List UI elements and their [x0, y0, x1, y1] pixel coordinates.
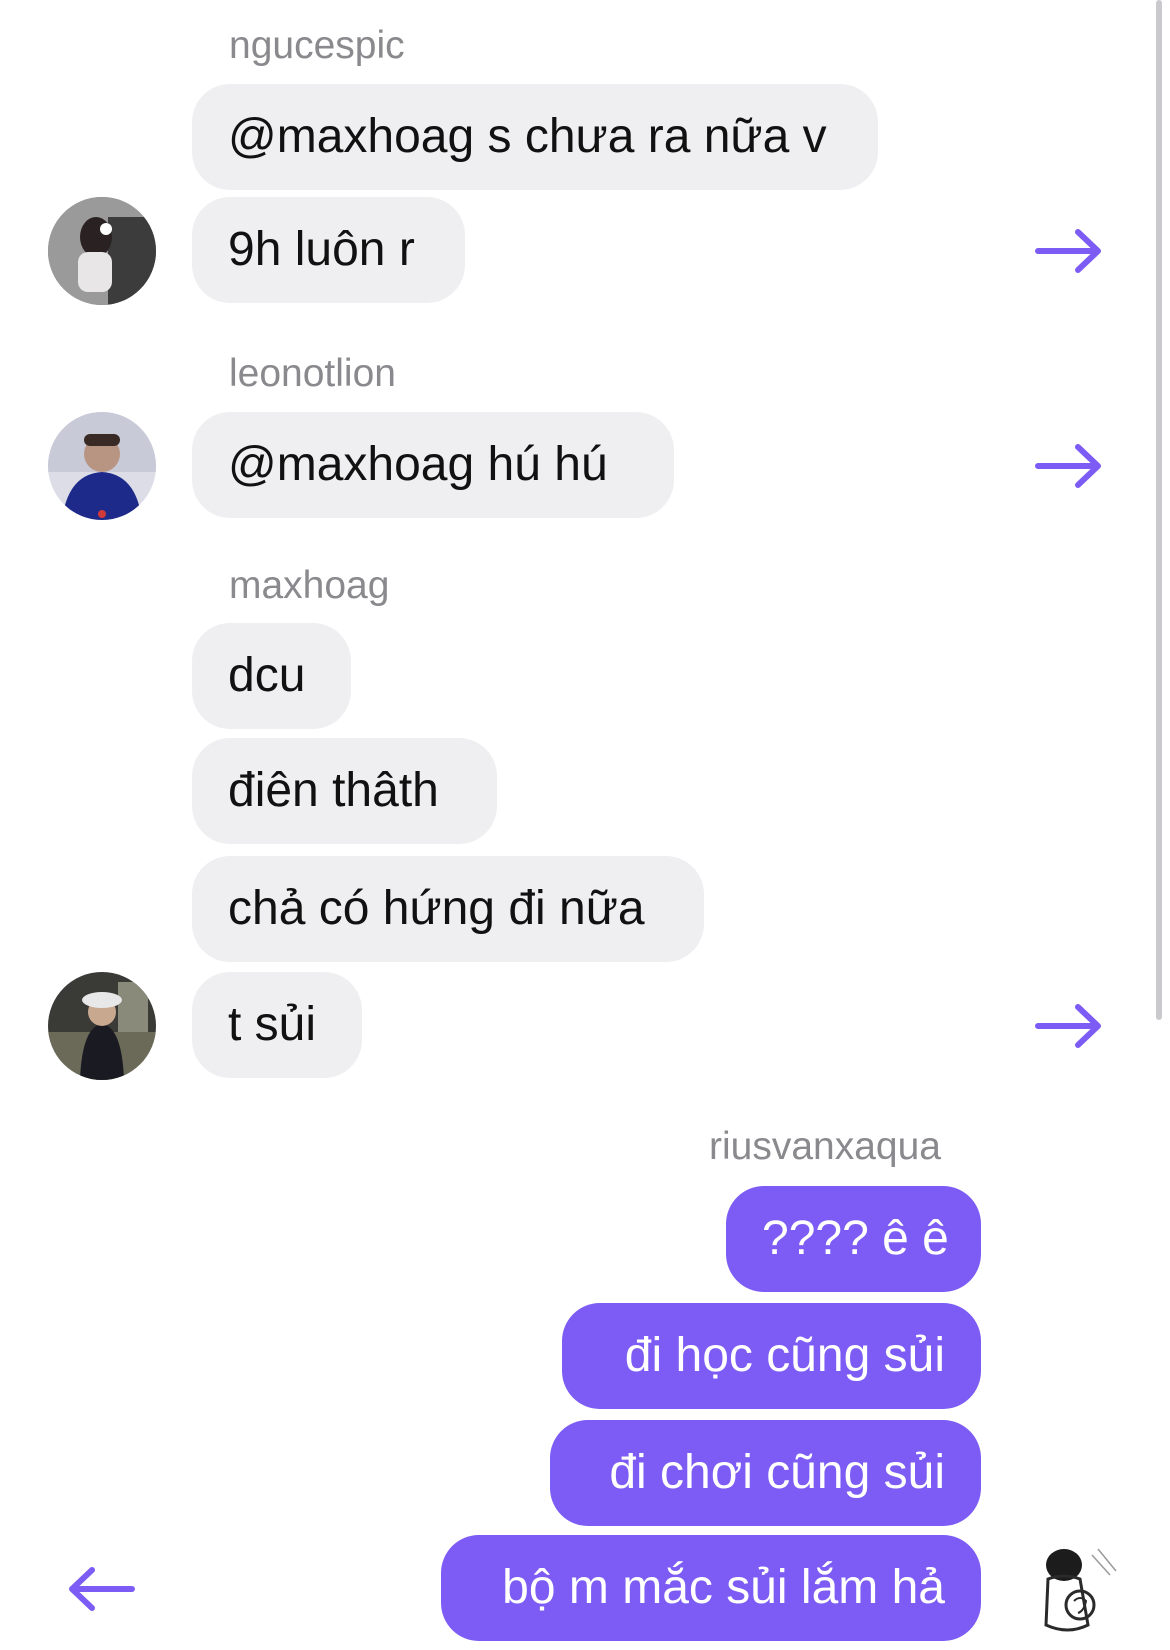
arrow-right-icon[interactable] — [1034, 226, 1104, 276]
message-bubble[interactable]: điên thâth — [192, 738, 497, 844]
sender-name: leonotlion — [229, 352, 396, 395]
avatar-photo — [48, 412, 156, 520]
avatar-photo — [48, 197, 156, 305]
arrow-right-icon[interactable] — [1034, 441, 1104, 491]
avatar[interactable] — [48, 412, 156, 520]
avatar-sketch — [1018, 1535, 1126, 1643]
sender-name: maxhoag — [229, 564, 390, 607]
scrollbar[interactable] — [1156, 0, 1162, 1020]
message-bubble-outgoing[interactable]: đi học cũng sủi — [562, 1303, 981, 1409]
message-bubble-outgoing[interactable]: đi chơi cũng sủi — [550, 1420, 981, 1526]
arrow-right-icon[interactable] — [1034, 1001, 1104, 1051]
message-bubble[interactable]: @maxhoag hú hú — [192, 412, 674, 518]
avatar-photo — [48, 972, 156, 1080]
message-bubble-outgoing[interactable]: ???? ê ê — [726, 1186, 981, 1292]
avatar[interactable] — [48, 197, 156, 305]
message-bubble[interactable]: dcu — [192, 623, 351, 729]
arrow-left-icon[interactable] — [66, 1564, 136, 1614]
message-bubble[interactable]: 9h luôn r — [192, 197, 465, 303]
sender-name: ngucespic — [229, 24, 405, 67]
sender-name: riusvanxaqua — [709, 1125, 941, 1168]
message-bubble[interactable]: chả có hứng đi nữa — [192, 856, 704, 962]
avatar[interactable] — [48, 972, 156, 1080]
avatar[interactable] — [1018, 1535, 1126, 1643]
message-bubble[interactable]: @maxhoag s chưa ra nữa v — [192, 84, 878, 190]
message-bubble[interactable]: t sủi — [192, 972, 362, 1078]
message-bubble-outgoing[interactable]: bộ m mắc sủi lắm hả — [441, 1535, 981, 1641]
